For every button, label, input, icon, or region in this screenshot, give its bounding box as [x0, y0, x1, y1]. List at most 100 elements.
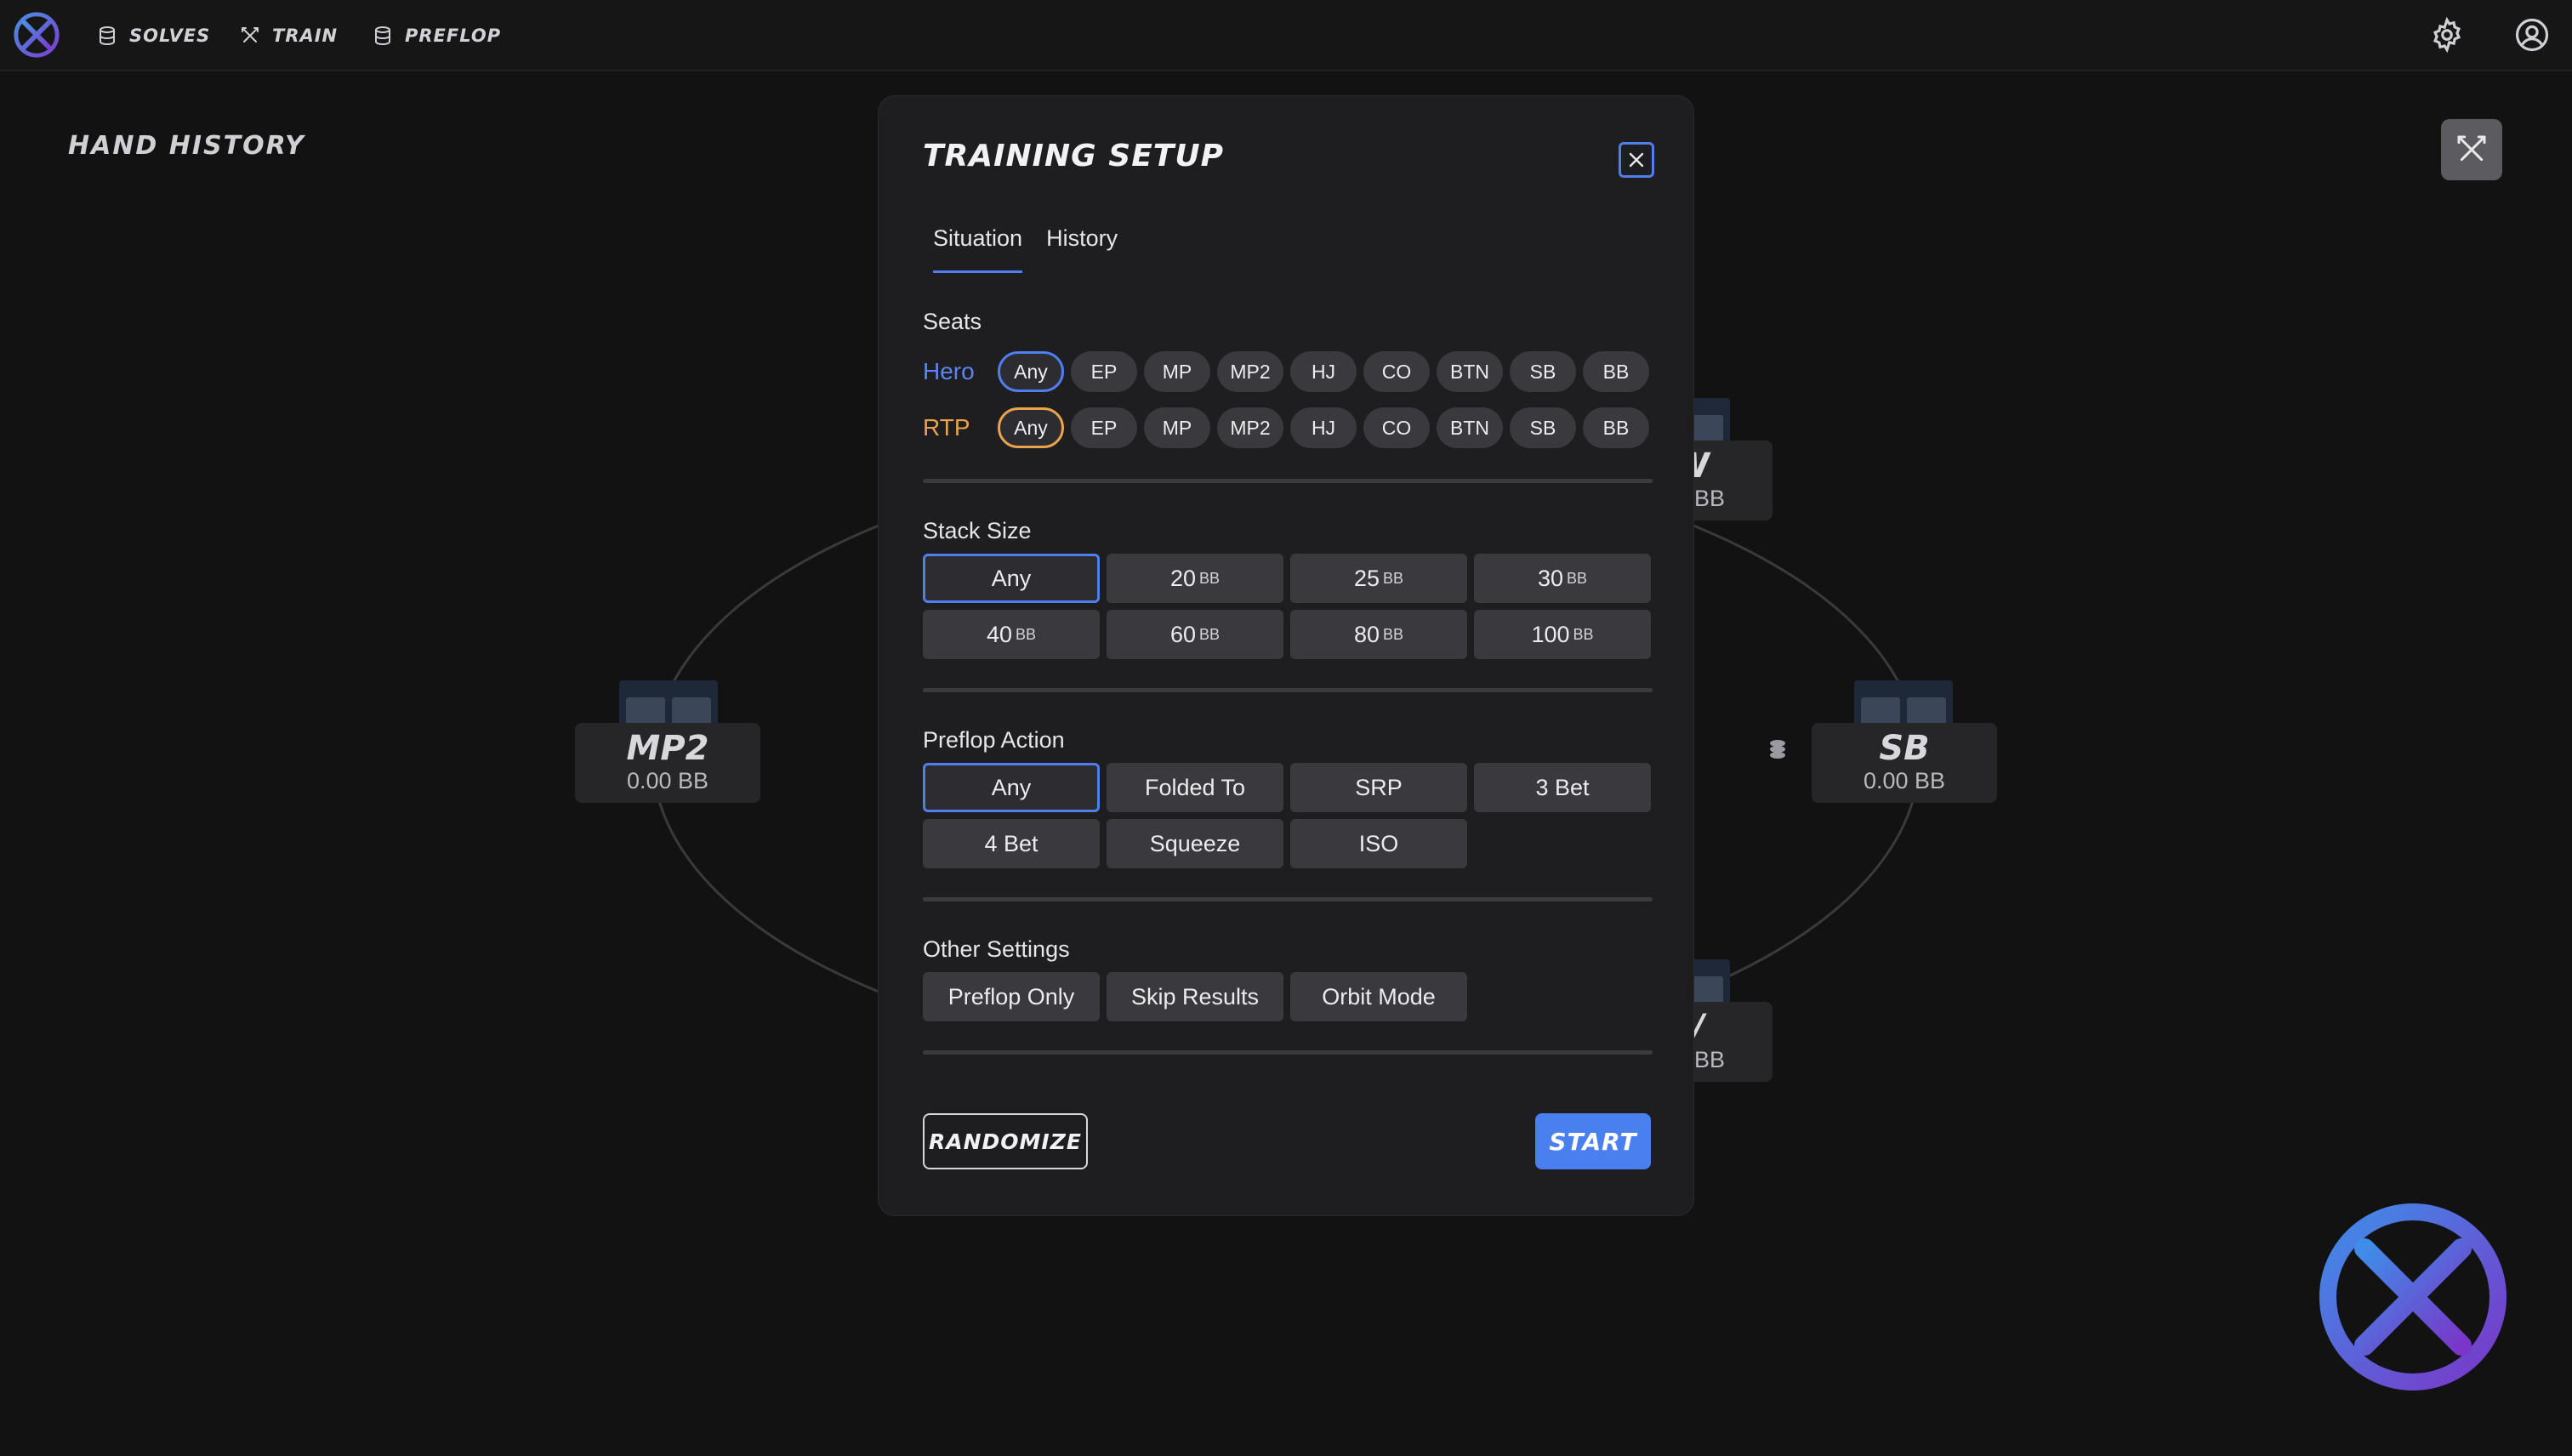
rtp-seat-any[interactable]: Any: [998, 407, 1064, 448]
preflop-action-folded-to[interactable]: Folded To: [1107, 763, 1283, 812]
nav-item-solves[interactable]: SOLVES: [97, 0, 210, 71]
rtp-label: RTP: [923, 414, 970, 441]
hero-seat-any[interactable]: Any: [998, 351, 1064, 392]
rtp-seat-hj[interactable]: HJ: [1290, 407, 1357, 448]
other-settings-section-label: Other Settings: [923, 936, 1070, 962]
setting-toggle-preflop-only[interactable]: Preflop Only: [923, 972, 1100, 1021]
stack-option-value: Any: [991, 565, 1032, 591]
preflop-action-squeeze[interactable]: Squeeze: [1107, 819, 1283, 868]
page-title: HAND HISTORY: [68, 131, 305, 161]
hole-cards: [619, 680, 718, 726]
modal-title: TRAINING SETUP: [923, 139, 1224, 173]
app-logo-icon[interactable]: [12, 10, 61, 60]
stack-option-unit: BB: [1199, 569, 1221, 587]
tab-situation[interactable]: Situation: [933, 225, 1023, 273]
nav-item-label: TRAIN: [272, 26, 339, 46]
hero-seat-co[interactable]: CO: [1363, 351, 1430, 392]
rtp-seat-sb[interactable]: SB: [1510, 407, 1576, 448]
start-button[interactable]: START: [1535, 1113, 1651, 1169]
database-icon: [375, 26, 390, 46]
stack-option-unit: BB: [1567, 569, 1588, 587]
rtp-seat-co[interactable]: CO: [1363, 407, 1430, 448]
top-navigation-bar: SOLVES TRAIN PREFLOP: [0, 0, 2572, 71]
training-setup-modal: TRAINING SETUP Situation History Seats H…: [878, 95, 1694, 1216]
seat-stack: 0.00 BB: [626, 768, 709, 793]
other-settings-options: Preflop Only Skip Results Orbit Mode: [923, 972, 1651, 1021]
rtp-seat-options: Any EP MP MP2 HJ CO BTN SB BB: [998, 407, 1649, 448]
nav-item-preflop[interactable]: PREFLOP: [373, 0, 501, 71]
stack-option-value: 80: [1353, 621, 1380, 647]
close-button[interactable]: [1619, 142, 1654, 178]
stack-option-value: 20: [1169, 565, 1197, 591]
seat-mp2[interactable]: MP2 0.00 BB: [575, 723, 760, 803]
preflop-action-any[interactable]: Any: [923, 763, 1100, 812]
stack-option-value: 30: [1537, 565, 1564, 591]
rtp-seat-mp2[interactable]: MP2: [1217, 407, 1283, 448]
rtp-seat-row: RTP Any EP MP MP2 HJ CO BTN SB BB: [923, 407, 1649, 448]
section-divider: [923, 1050, 1653, 1055]
hero-seat-row: Hero Any EP MP MP2 HJ CO BTN SB BB: [923, 351, 1649, 392]
stack-option-unit: BB: [1383, 569, 1404, 587]
stack-option-value: 25: [1353, 565, 1380, 591]
stack-option-any[interactable]: Any: [923, 554, 1100, 603]
preflop-action-iso[interactable]: ISO: [1290, 819, 1467, 868]
hero-seat-hj[interactable]: HJ: [1290, 351, 1357, 392]
gear-icon[interactable]: [2429, 17, 2465, 53]
hero-seat-bb[interactable]: BB: [1583, 351, 1649, 392]
stack-size-section-label: Stack Size: [923, 518, 1032, 543]
preflop-action-srp[interactable]: SRP: [1290, 763, 1467, 812]
stack-option-100[interactable]: 100 BB: [1474, 610, 1651, 659]
setting-toggle-orbit-mode[interactable]: Orbit Mode: [1290, 972, 1467, 1021]
preflop-action-section-label: Preflop Action: [923, 727, 1065, 753]
stack-option-30[interactable]: 30 BB: [1474, 554, 1651, 603]
hero-seat-btn[interactable]: BTN: [1437, 351, 1503, 392]
stack-option-unit: BB: [1573, 625, 1594, 643]
database-icon: [100, 26, 115, 46]
rtp-seat-ep[interactable]: EP: [1071, 407, 1137, 448]
user-circle-icon[interactable]: [2514, 17, 2550, 53]
seat-sb[interactable]: SB 0.00 BB: [1812, 723, 1997, 803]
hero-seat-options: Any EP MP MP2 HJ CO BTN SB BB: [998, 351, 1649, 392]
chip-stack-icon: [1770, 740, 1785, 759]
app-logo-icon: [2319, 1203, 2507, 1391]
stack-option-80[interactable]: 80 BB: [1290, 610, 1467, 659]
stack-option-60[interactable]: 60 BB: [1107, 610, 1283, 659]
tools-button[interactable]: [2441, 119, 2502, 180]
tab-bar: Situation History: [933, 225, 1118, 273]
stack-option-value: 60: [1169, 621, 1197, 647]
setting-toggle-skip-results[interactable]: Skip Results: [1107, 972, 1283, 1021]
tab-history[interactable]: History: [1046, 225, 1118, 273]
stack-option-40[interactable]: 40 BB: [923, 610, 1100, 659]
preflop-action-4-bet[interactable]: 4 Bet: [923, 819, 1100, 868]
stack-option-20[interactable]: 20 BB: [1107, 554, 1283, 603]
hero-seat-ep[interactable]: EP: [1071, 351, 1137, 392]
stack-option-unit: BB: [1016, 625, 1037, 643]
stack-option-unit: BB: [1383, 625, 1404, 643]
nav-item-label: SOLVES: [129, 26, 211, 46]
hero-seat-mp2[interactable]: MP2: [1217, 351, 1283, 392]
rtp-seat-btn[interactable]: BTN: [1437, 407, 1503, 448]
seat-name: MP2: [626, 729, 709, 768]
stack-option-value: 40: [986, 621, 1013, 647]
preflop-action-3-bet[interactable]: 3 Bet: [1474, 763, 1651, 812]
rtp-seat-bb[interactable]: BB: [1583, 407, 1649, 448]
hero-label: Hero: [923, 358, 975, 384]
nav-item-label: PREFLOP: [405, 26, 502, 46]
stack-option-unit: BB: [1199, 625, 1221, 643]
hero-seat-sb[interactable]: SB: [1510, 351, 1576, 392]
section-divider: [923, 479, 1653, 483]
stack-option-25[interactable]: 25 BB: [1290, 554, 1467, 603]
seat-name: SB: [1879, 729, 1930, 768]
stack-size-options: Any 20 BB 25 BB 30 BB 40 BB 60 BB 80 BB 100 BB: [923, 554, 1651, 659]
hero-seat-mp[interactable]: MP: [1144, 351, 1210, 392]
randomize-button[interactable]: RANDOMIZE: [923, 1113, 1088, 1169]
preflop-action-options: Any Folded To SRP 3 Bet 4 Bet Squeeze ISO: [923, 763, 1651, 868]
seats-section-label: Seats: [923, 309, 982, 334]
nav-item-train[interactable]: TRAIN: [240, 0, 338, 71]
swords-icon: [242, 27, 259, 43]
seat-stack: 0.00 BB: [1863, 768, 1946, 793]
hole-cards: [1854, 680, 1953, 726]
stack-option-value: 100: [1531, 621, 1570, 647]
close-icon: [1629, 152, 1644, 168]
rtp-seat-mp[interactable]: MP: [1144, 407, 1210, 448]
